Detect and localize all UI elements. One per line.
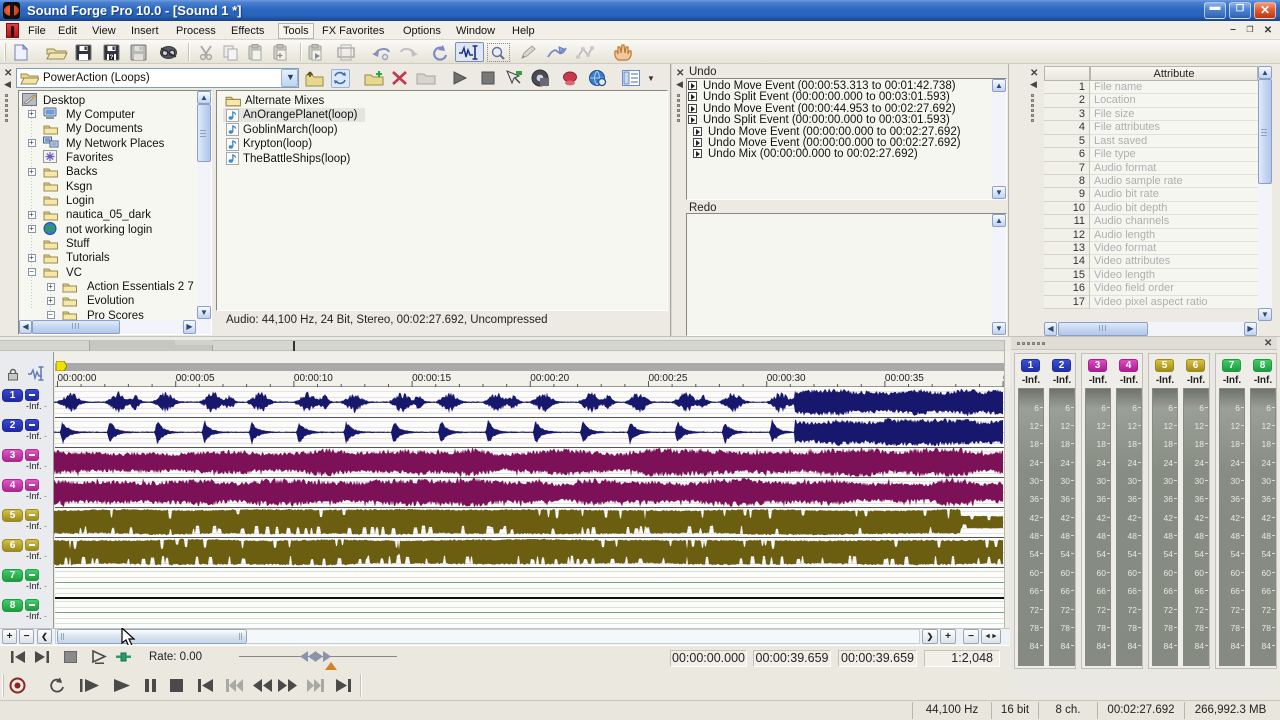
svg-text:?: ? [110, 54, 114, 61]
